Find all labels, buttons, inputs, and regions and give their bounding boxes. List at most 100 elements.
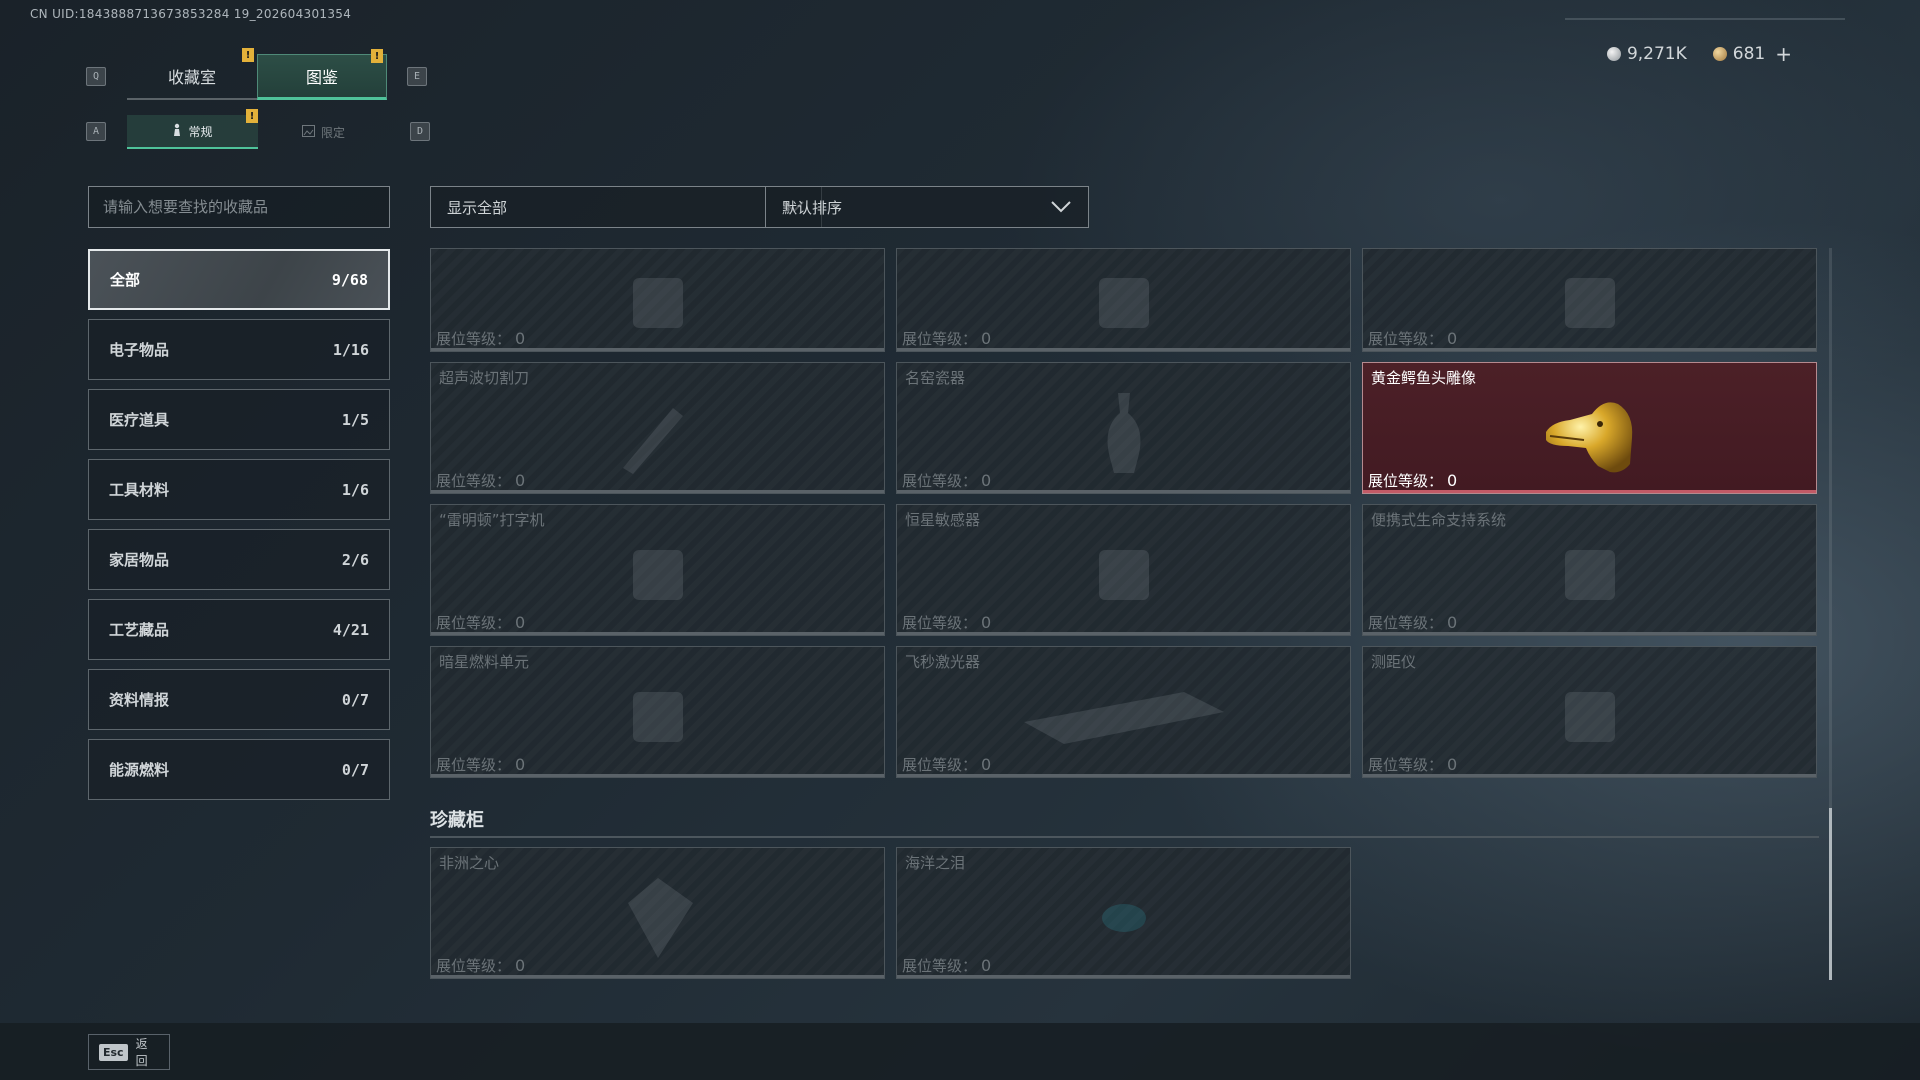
subtab-regular[interactable]: 常规 ! xyxy=(127,109,258,149)
item-name: 暗星燃料单元 xyxy=(439,653,530,671)
collection-item-card[interactable]: 黄金鳄鱼头雕像 展位等级： 0 xyxy=(1362,362,1817,494)
collection-item-card[interactable]: 超声波切割刀 展位等级： 0 xyxy=(430,362,885,494)
collection-item-card[interactable]: 恒星敏感器 展位等级： 0 xyxy=(896,504,1351,636)
card-underline xyxy=(431,975,884,978)
collection-item-card[interactable]: 展位等级： 0 xyxy=(1362,248,1817,352)
vault-section-title: 珍藏柜 xyxy=(430,810,484,831)
collection-item-card[interactable]: 便携式生命支持系统 展位等级： 0 xyxy=(1362,504,1817,636)
fuel-cell-icon xyxy=(613,682,703,756)
search-input[interactable] xyxy=(103,198,375,216)
tab-codex[interactable]: 图鉴 ! xyxy=(257,49,387,100)
gold-amount: 681 xyxy=(1732,44,1766,64)
next-tab-key-hint: E xyxy=(407,67,427,86)
silver-currency: 9,271K xyxy=(1606,44,1687,64)
level-value: 0 xyxy=(515,329,526,348)
item-level: 展位等级： 0 xyxy=(436,955,525,976)
collection-item-card[interactable]: 暗星燃料单元 展位等级： 0 xyxy=(430,646,885,778)
rangefinder-icon xyxy=(1545,682,1635,756)
sort-dropdown[interactable]: 默认排序 xyxy=(765,186,1089,228)
level-value: 0 xyxy=(981,613,992,632)
category-label: 全部 xyxy=(110,271,141,289)
item-level: 展位等级： 0 xyxy=(902,470,991,491)
esc-key-hint: Esc xyxy=(99,1043,128,1061)
device-icon xyxy=(613,268,703,342)
filter-value: 显示全部 xyxy=(447,198,508,217)
back-label: 返回 xyxy=(135,1037,148,1068)
category-count: 2/6 xyxy=(341,550,369,569)
category-label: 医疗道具 xyxy=(109,411,170,429)
item-name: 黄金鳄鱼头雕像 xyxy=(1371,369,1477,387)
category-energy[interactable]: 能源燃料 0/7 xyxy=(88,739,390,800)
figure-icon xyxy=(172,123,182,140)
level-label: 展位等级： xyxy=(1368,756,1444,774)
item-level: 展位等级： 0 xyxy=(1368,328,1457,349)
category-label: 资料情报 xyxy=(109,691,170,709)
tab-collection-room[interactable]: 收藏室 ! xyxy=(127,48,257,100)
back-button[interactable]: Esc 返回 xyxy=(88,1034,170,1070)
level-label: 展位等级： xyxy=(902,330,978,348)
item-name: 非洲之心 xyxy=(439,854,500,872)
sub-tabs: 常规 ! 限定 xyxy=(127,109,389,149)
laser-icon xyxy=(1014,682,1234,756)
tab-label: 收藏室 xyxy=(167,68,216,87)
level-value: 0 xyxy=(1447,755,1458,774)
level-label: 展位等级： xyxy=(902,756,978,774)
item-name: 恒星敏感器 xyxy=(905,511,981,529)
level-label: 展位等级： xyxy=(902,957,978,975)
category-count: 1/6 xyxy=(341,480,369,499)
level-label: 展位等级： xyxy=(436,614,512,632)
subtab-limited[interactable]: 限定 xyxy=(258,115,389,149)
card-underline xyxy=(897,632,1350,635)
category-tools[interactable]: 工具材料 1/6 xyxy=(88,459,390,520)
collection-item-card[interactable]: 飞秒激光器 展位等级： 0 xyxy=(896,646,1351,778)
collection-item-card[interactable]: 海洋之泪展位等级： 0 xyxy=(896,847,1351,979)
level-value: 0 xyxy=(981,956,992,975)
collection-item-card[interactable]: 测距仪 展位等级： 0 xyxy=(1362,646,1817,778)
category-label: 能源燃料 xyxy=(109,761,170,779)
category-all[interactable]: 全部 9/68 xyxy=(88,249,390,310)
collection-item-card[interactable]: 展位等级： 0 xyxy=(896,248,1351,352)
card-underline xyxy=(431,632,884,635)
card-underline xyxy=(1363,348,1816,351)
card-underline xyxy=(1363,490,1816,493)
category-intel[interactable]: 资料情报 0/7 xyxy=(88,669,390,730)
next-subtab-key-hint: D xyxy=(410,122,430,141)
card-underline xyxy=(897,490,1350,493)
level-value: 0 xyxy=(981,329,992,348)
item-level: 展位等级： 0 xyxy=(902,955,991,976)
card-underline xyxy=(897,348,1350,351)
level-value: 0 xyxy=(1447,471,1458,490)
card-underline xyxy=(897,774,1350,777)
item-name: 名窑瓷器 xyxy=(905,369,966,387)
item-level: 展位等级： 0 xyxy=(1368,612,1457,633)
card-underline xyxy=(1363,632,1816,635)
item-level: 展位等级： 0 xyxy=(1368,754,1457,775)
vase-icon xyxy=(1094,388,1154,482)
bottom-bar xyxy=(0,1023,1920,1080)
level-label: 展位等级： xyxy=(1368,614,1444,632)
collection-item-card[interactable]: 展位等级： 0 xyxy=(430,248,885,352)
level-label: 展位等级： xyxy=(1368,472,1444,490)
filter-dropdown[interactable]: 显示全部 xyxy=(430,186,822,228)
card-underline xyxy=(1363,774,1816,777)
category-medical[interactable]: 医疗道具 1/5 xyxy=(88,389,390,450)
vault-section-divider xyxy=(430,836,1819,838)
item-name: 海洋之泪 xyxy=(905,854,966,872)
life-support-icon xyxy=(1545,540,1635,614)
level-label: 展位等级： xyxy=(436,957,512,975)
add-currency-button[interactable]: + xyxy=(1775,42,1792,66)
item-level: 展位等级： 0 xyxy=(436,612,525,633)
knife-icon xyxy=(613,388,703,482)
category-electronics[interactable]: 电子物品 1/16 xyxy=(88,319,390,380)
alert-badge: ! xyxy=(371,49,383,63)
collection-item-card[interactable]: 非洲之心展位等级： 0 xyxy=(430,847,885,979)
prev-tab-key-hint: Q xyxy=(86,67,106,86)
collection-item-card[interactable]: “雷明顿”打字机 展位等级： 0 xyxy=(430,504,885,636)
scrollbar-thumb[interactable] xyxy=(1829,808,1832,980)
category-household[interactable]: 家居物品 2/6 xyxy=(88,529,390,590)
level-label: 展位等级： xyxy=(436,330,512,348)
item-name: “雷明顿”打字机 xyxy=(439,511,545,529)
collection-item-card[interactable]: 名窑瓷器展位等级： 0 xyxy=(896,362,1351,494)
search-box xyxy=(88,186,390,228)
category-crafts[interactable]: 工艺藏品 4/21 xyxy=(88,599,390,660)
